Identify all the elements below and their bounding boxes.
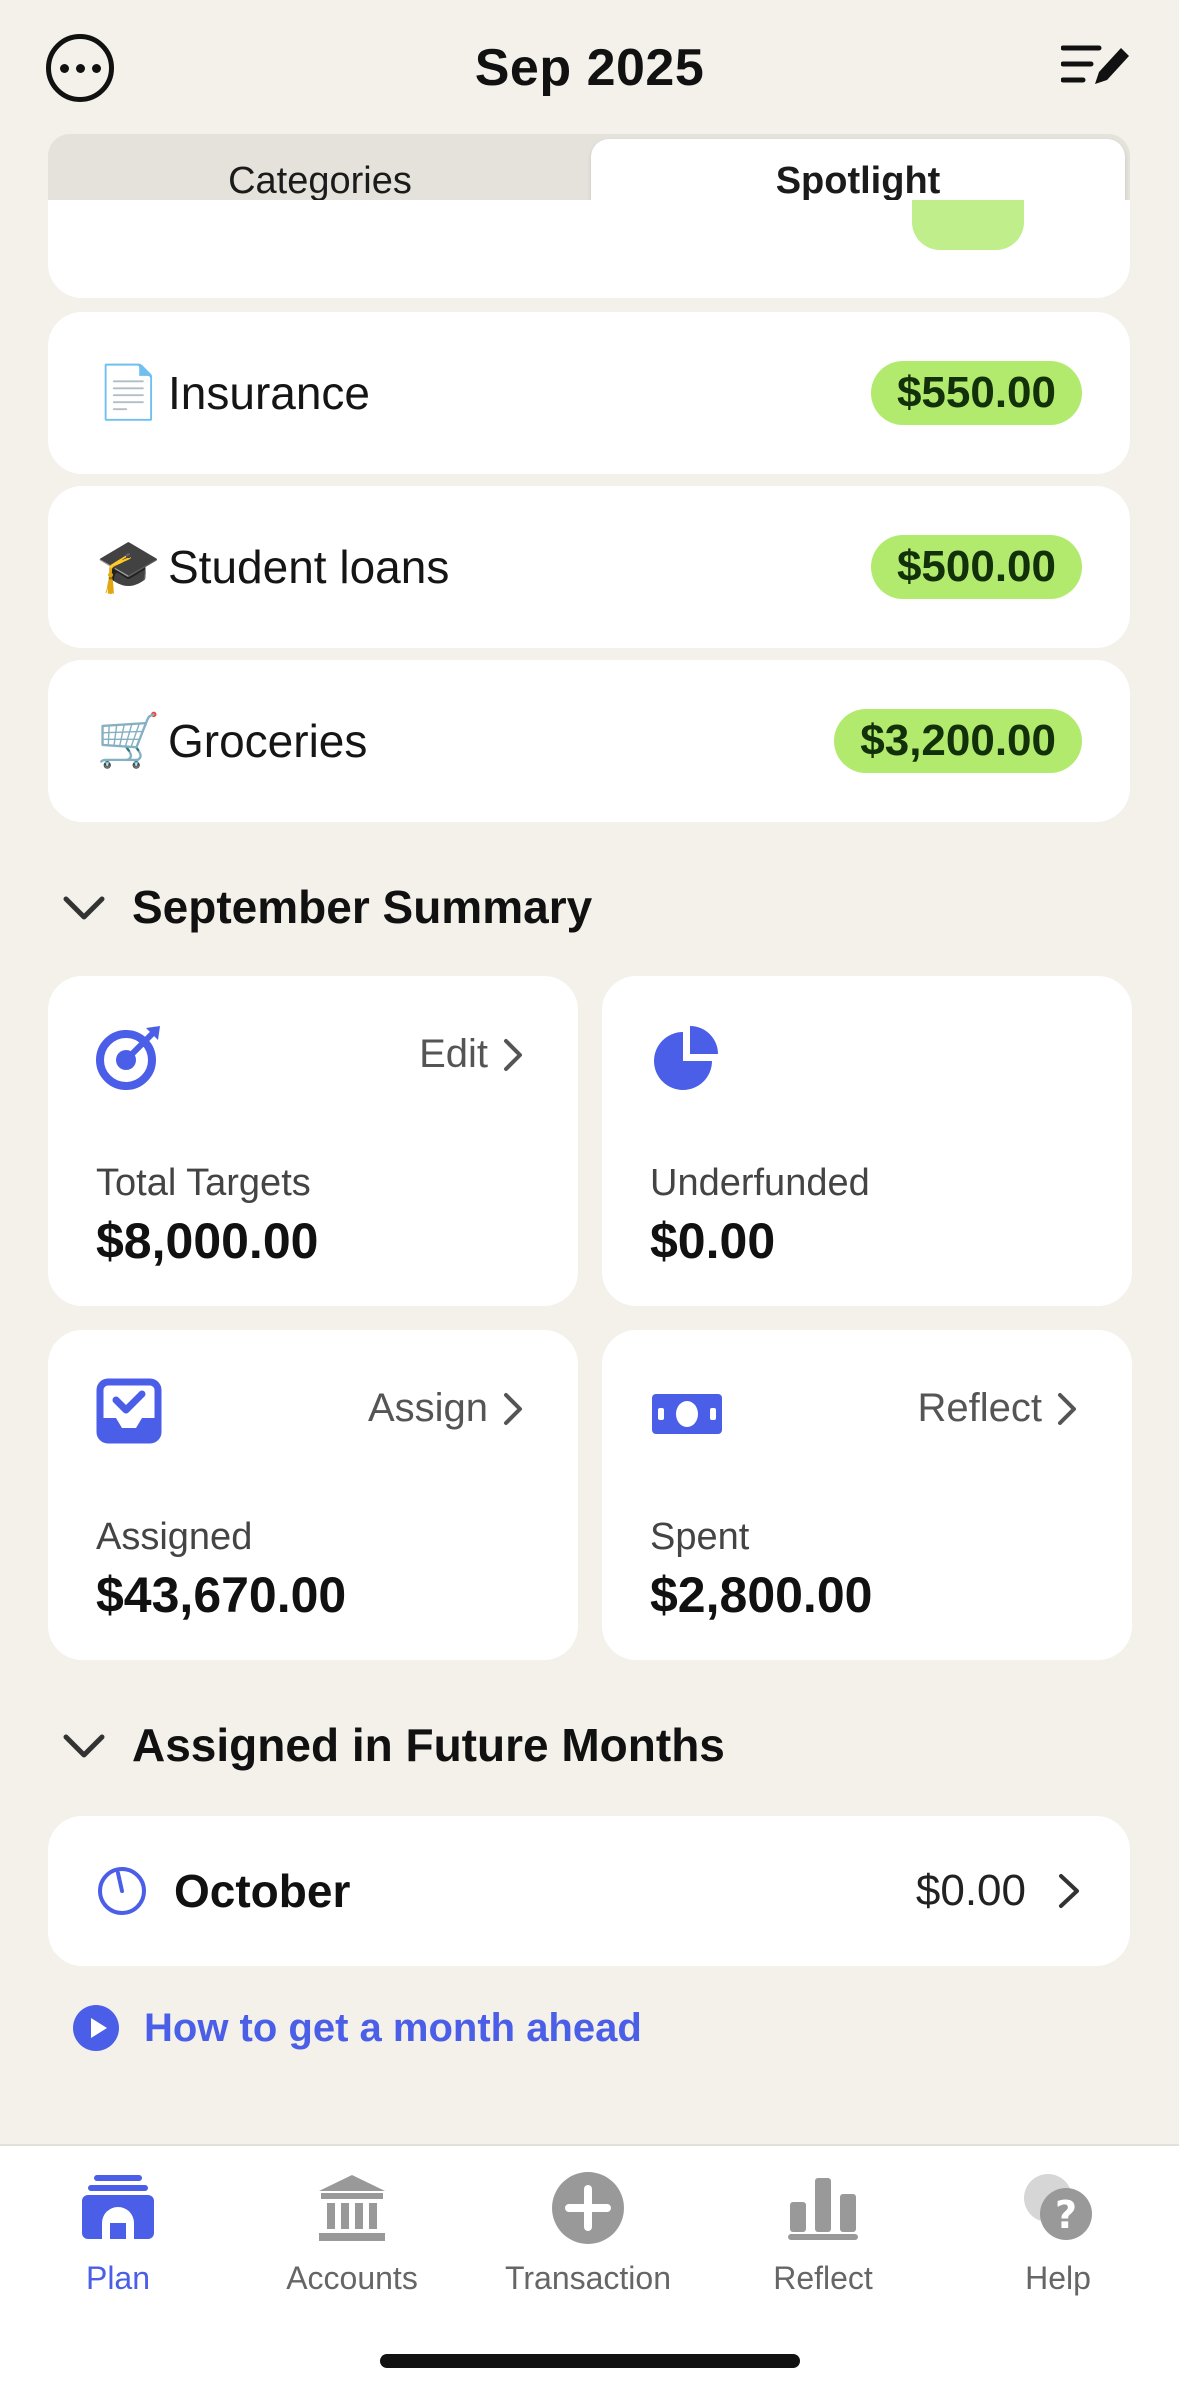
category-name: Groceries <box>168 715 368 767</box>
chevron-down-icon <box>63 896 105 920</box>
banknote-icon <box>652 1394 722 1434</box>
partial-category-card[interactable] <box>48 200 1130 298</box>
future-month-row[interactable]: October $0.00 <box>48 1816 1130 1966</box>
chevron-right-icon <box>1059 1874 1079 1908</box>
plus-circle-icon <box>552 2172 624 2244</box>
month-amount: $0.00 <box>915 1866 1026 1915</box>
inbox-check-icon <box>96 1378 162 1444</box>
section-title: September Summary <box>132 881 593 933</box>
tab-label: Help <box>1025 2260 1091 2296</box>
chevron-right-icon <box>1058 1392 1076 1425</box>
amount-pill: $500.00 <box>870 535 1082 599</box>
bank-icon <box>319 2175 385 2241</box>
month-name: October <box>174 1865 351 1917</box>
svg-text:?: ? <box>1055 2193 1077 2237</box>
home-indicator <box>380 2354 800 2368</box>
total-targets-tile[interactable]: Edit Total Targets $8,000.00 <box>48 976 578 1306</box>
spent-tile[interactable]: Reflect Spent $2,800.00 <box>602 1330 1132 1660</box>
tab-label: Transaction <box>505 2260 671 2296</box>
reflect-link[interactable]: Reflect <box>918 1386 1079 1431</box>
category-card-student-loans[interactable]: 🎓 Student loans $500.00 <box>48 486 1130 648</box>
tile-value: $43,670.00 <box>96 1567 347 1623</box>
tile-label: Spent <box>650 1516 750 1558</box>
tab-transaction[interactable]: Transaction <box>488 2168 688 2297</box>
header: Sep 2025 <box>0 0 1179 130</box>
tile-value: $8,000.00 <box>96 1213 319 1269</box>
tab-plan[interactable]: Plan <box>18 2168 218 2297</box>
link-label: Edit <box>419 1032 488 1076</box>
play-circle-icon <box>73 2005 119 2051</box>
category-card-groceries[interactable]: 🛒 Groceries $3,200.00 <box>48 660 1130 822</box>
category-name: Student loans <box>168 541 450 593</box>
tab-help[interactable]: ? Help <box>958 2168 1158 2297</box>
summary-section-toggle[interactable]: September Summary <box>62 880 592 934</box>
target-icon <box>96 1026 160 1090</box>
assigned-tile[interactable]: Assign Assigned $43,670.00 <box>48 1330 578 1660</box>
chevron-right-icon <box>504 1038 522 1071</box>
document-icon: 📄 <box>96 364 161 422</box>
category-name: Insurance <box>168 367 371 419</box>
tab-label: Plan <box>85 2260 151 2296</box>
underfunded-tile[interactable]: Underfunded $0.00 <box>602 976 1132 1306</box>
edit-targets-link[interactable]: Edit <box>419 1032 524 1077</box>
tile-label: Assigned <box>96 1516 253 1558</box>
amount-pill <box>912 200 1024 250</box>
amount-pill: $550.00 <box>870 361 1082 425</box>
tab-accounts[interactable]: Accounts <box>252 2168 452 2297</box>
graduation-cap-icon: 🎓 <box>96 538 161 596</box>
chevron-down-icon <box>63 1734 105 1758</box>
shopping-cart-icon: 🛒 <box>96 712 161 770</box>
tile-value: $2,800.00 <box>650 1567 873 1623</box>
app-screen: Sep 2025 Categories Spotlight 📄 Insuranc… <box>0 0 1179 2396</box>
tile-value: $0.00 <box>650 1213 776 1269</box>
amount-pill: $3,200.00 <box>834 709 1082 773</box>
tab-reflect[interactable]: Reflect <box>723 2168 923 2297</box>
month-ahead-video-link[interactable]: How to get a month ahead <box>72 2004 642 2052</box>
link-label: Reflect <box>917 1386 1043 1430</box>
future-section-toggle[interactable]: Assigned in Future Months <box>62 1718 725 1772</box>
pie-chart-icon <box>654 1026 718 1090</box>
section-title: Assigned in Future Months <box>132 1719 725 1771</box>
chevron-right-icon <box>504 1392 522 1425</box>
tile-label: Total Targets <box>96 1162 311 1204</box>
assign-link[interactable]: Assign <box>368 1386 524 1431</box>
link-label: Assign <box>367 1386 488 1430</box>
tile-label: Underfunded <box>650 1162 870 1204</box>
tab-label: Reflect <box>773 2260 873 2296</box>
tab-label: Accounts <box>286 2260 418 2296</box>
link-text: How to get a month ahead <box>144 2005 642 2050</box>
clock-icon <box>98 1867 146 1915</box>
page-title[interactable]: Sep 2025 <box>0 38 1179 98</box>
help-bubble-icon: ? <box>1024 2174 1092 2240</box>
plan-icon <box>82 2175 154 2239</box>
list-edit-icon[interactable] <box>1061 40 1131 90</box>
category-card-insurance[interactable]: 📄 Insurance $550.00 <box>48 312 1130 474</box>
bar-chart-icon <box>788 2178 858 2240</box>
